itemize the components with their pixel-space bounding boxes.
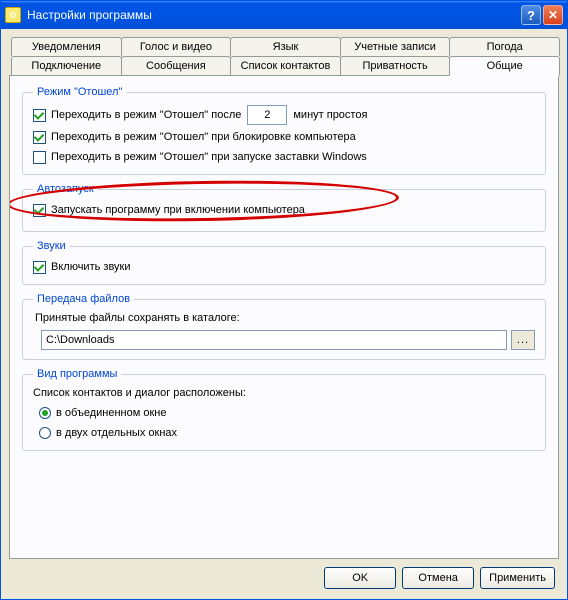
radio-split-windows[interactable] xyxy=(39,427,51,439)
group-sounds: Звуки Включить звуки xyxy=(22,240,546,285)
group-files: Передача файлов Принятые файлы сохранять… xyxy=(22,293,546,360)
tab-voice-video[interactable]: Голос и видео xyxy=(121,37,232,56)
sounds-row: Включить звуки xyxy=(33,259,535,275)
group-files-legend: Передача файлов xyxy=(33,293,134,305)
tab-row-2: Подключение Сообщения Список контактов П… xyxy=(9,56,559,75)
close-button[interactable]: ✕ xyxy=(543,5,563,25)
dialog-buttons: OK Отмена Применить xyxy=(9,559,559,591)
radio-single-window[interactable] xyxy=(39,407,51,419)
tab-messages[interactable]: Сообщения xyxy=(121,56,232,75)
apply-button[interactable]: Применить xyxy=(480,567,555,589)
files-path-row: ... xyxy=(41,330,535,350)
ok-button[interactable]: OK xyxy=(324,567,396,589)
sounds-label: Включить звуки xyxy=(51,261,131,273)
help-button[interactable]: ? xyxy=(521,5,541,25)
browse-button[interactable]: ... xyxy=(511,330,535,350)
window-title: Настройки программы xyxy=(25,8,521,22)
group-view-legend: Вид программы xyxy=(33,368,121,380)
tab-page-general: Режим "Отошел" Переходить в режим "Отоше… xyxy=(9,75,559,559)
view-split-row: в двух отдельных окнах xyxy=(39,425,535,441)
app-icon: ⚙ xyxy=(5,7,21,23)
away-screensaver-row: Переходить в режим "Отошел" при запуске … xyxy=(33,149,535,165)
titlebar[interactable]: ⚙ Настройки программы ? ✕ xyxy=(1,1,567,29)
away-idle-row: Переходить в режим "Отошел" после минут … xyxy=(33,105,535,125)
download-path-input[interactable] xyxy=(41,330,507,350)
group-autostart: Автозапуск Запускать программу при включ… xyxy=(22,183,546,232)
tab-row-1: Уведомления Голос и видео Язык Учетные з… xyxy=(9,37,559,56)
away-idle-prefix: Переходить в режим "Отошел" после xyxy=(51,109,241,121)
view-split-label: в двух отдельных окнах xyxy=(56,427,177,439)
autostart-label: Запускать программу при включении компью… xyxy=(51,204,305,216)
away-lock-row: Переходить в режим "Отошел" при блокиров… xyxy=(33,129,535,145)
cancel-button[interactable]: Отмена xyxy=(402,567,474,589)
checkbox-away-lock[interactable] xyxy=(33,131,46,144)
view-single-row: в объединенном окне xyxy=(39,405,535,421)
group-sounds-legend: Звуки xyxy=(33,240,70,252)
titlebar-buttons: ? ✕ xyxy=(521,5,563,25)
group-autostart-legend: Автозапуск xyxy=(33,183,98,195)
group-away-legend: Режим "Отошел" xyxy=(33,86,126,98)
files-label: Принятые файлы сохранять в каталоге: xyxy=(35,312,535,324)
away-lock-label: Переходить в режим "Отошел" при блокиров… xyxy=(51,131,356,143)
away-idle-minutes-input[interactable] xyxy=(247,105,287,125)
client-area: Уведомления Голос и видео Язык Учетные з… xyxy=(1,29,567,599)
tab-contact-list[interactable]: Список контактов xyxy=(230,56,341,75)
tab-weather[interactable]: Погода xyxy=(449,37,560,56)
checkbox-sounds[interactable] xyxy=(33,261,46,274)
away-idle-suffix: минут простоя xyxy=(293,109,367,121)
settings-window: ⚙ Настройки программы ? ✕ Уведомления Го… xyxy=(0,0,568,600)
autostart-row: Запускать программу при включении компью… xyxy=(33,202,535,218)
tab-connection[interactable]: Подключение xyxy=(11,56,122,75)
view-single-label: в объединенном окне xyxy=(56,407,166,419)
view-label: Список контактов и диалог расположены: xyxy=(33,387,535,399)
checkbox-away-idle[interactable] xyxy=(33,109,46,122)
tab-language[interactable]: Язык xyxy=(230,37,341,56)
tab-control: Уведомления Голос и видео Язык Учетные з… xyxy=(9,37,559,559)
tab-accounts[interactable]: Учетные записи xyxy=(340,37,451,56)
tab-notifications[interactable]: Уведомления xyxy=(11,37,122,56)
away-screensaver-label: Переходить в режим "Отошел" при запуске … xyxy=(51,151,367,163)
checkbox-away-screensaver[interactable] xyxy=(33,151,46,164)
checkbox-autostart[interactable] xyxy=(33,204,46,217)
group-away: Режим "Отошел" Переходить в режим "Отоше… xyxy=(22,86,546,175)
group-view: Вид программы Список контактов и диалог … xyxy=(22,368,546,451)
tab-privacy[interactable]: Приватность xyxy=(340,56,451,75)
tab-general[interactable]: Общие xyxy=(449,56,560,76)
